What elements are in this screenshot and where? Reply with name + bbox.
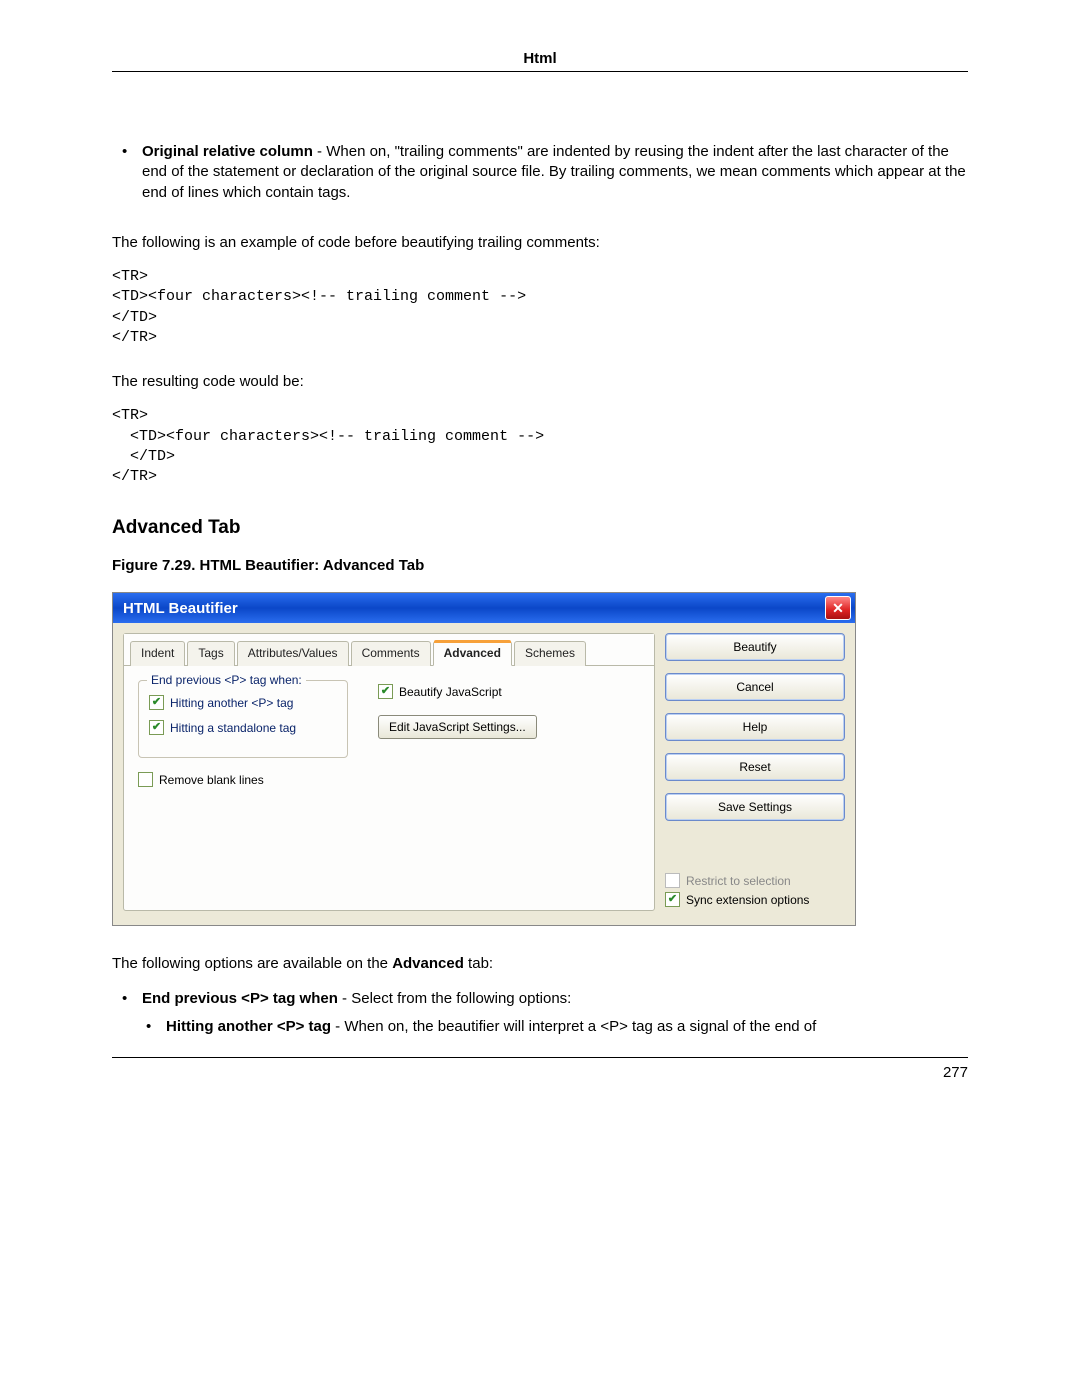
figure-caption: Figure 7.29. HTML Beautifier: Advanced T…: [112, 557, 968, 574]
checkbox-label: Sync extension options: [686, 893, 809, 907]
para-before-code2: The resulting code would be:: [112, 372, 968, 392]
checkbox-icon: [665, 892, 680, 907]
reset-button[interactable]: Reset: [665, 753, 845, 781]
para-before-code1: The following is an example of code befo…: [112, 233, 968, 253]
groupbox-legend: End previous <P> tag when:: [147, 673, 306, 687]
bullet-end-previous-p: • End previous <P> tag when - Select fro…: [112, 989, 968, 1009]
checkbox-icon: [149, 720, 164, 735]
code-block-2: <TR> <TD><four characters><!-- trailing …: [112, 406, 968, 487]
checkbox-hitting-another-p[interactable]: Hitting another <P> tag: [149, 695, 337, 710]
checkbox-remove-blank-lines[interactable]: Remove blank lines: [138, 772, 348, 787]
dialog-html-beautifier: HTML Beautifier ✕ Indent Tags Attributes…: [112, 592, 856, 926]
tab-attributes-values[interactable]: Attributes/Values: [237, 641, 349, 666]
tab-comments[interactable]: Comments: [351, 641, 431, 666]
checkbox-restrict-to-selection: Restrict to selection: [665, 873, 845, 888]
checkbox-label: Remove blank lines: [159, 773, 264, 787]
edit-javascript-settings-button[interactable]: Edit JavaScript Settings...: [378, 715, 537, 739]
bullet-text: - When on, the beautifier will interpret…: [331, 1018, 816, 1035]
close-icon[interactable]: ✕: [825, 596, 851, 620]
tab-strip: Indent Tags Attributes/Values Comments A…: [124, 634, 654, 666]
checkbox-beautify-javascript[interactable]: Beautify JavaScript: [378, 684, 640, 699]
tab-schemes[interactable]: Schemes: [514, 641, 586, 666]
checkbox-label: Restrict to selection: [686, 874, 791, 888]
checkbox-label: Beautify JavaScript: [399, 685, 502, 699]
tab-advanced[interactable]: Advanced: [433, 641, 512, 666]
page-header: Html: [112, 50, 968, 71]
checkbox-icon: [149, 695, 164, 710]
cancel-button[interactable]: Cancel: [665, 673, 845, 701]
dialog-titlebar[interactable]: HTML Beautifier ✕: [113, 593, 855, 623]
checkbox-icon: [665, 873, 680, 888]
checkbox-sync-extension-options[interactable]: Sync extension options: [665, 892, 845, 907]
section-heading-advanced-tab: Advanced Tab: [112, 517, 968, 539]
checkbox-hitting-standalone[interactable]: Hitting a standalone tag: [149, 720, 337, 735]
dialog-title: HTML Beautifier: [123, 600, 238, 617]
bullet-bold: End previous <P> tag when: [142, 990, 338, 1007]
bullet-hitting-another-p: • Hitting another <P> tag - When on, the…: [112, 1017, 968, 1037]
checkbox-icon: [378, 684, 393, 699]
checkbox-label: Hitting a standalone tag: [170, 721, 296, 735]
checkbox-label: Hitting another <P> tag: [170, 696, 293, 710]
checkbox-icon: [138, 772, 153, 787]
help-button[interactable]: Help: [665, 713, 845, 741]
beautify-button[interactable]: Beautify: [665, 633, 845, 661]
tab-tags[interactable]: Tags: [187, 641, 234, 666]
page-number: 277: [0, 1058, 1080, 1081]
para-after-figure: The following options are available on t…: [112, 954, 968, 974]
bullet-bold: Hitting another <P> tag: [166, 1018, 331, 1035]
bullet-bold: Original relative column: [142, 143, 313, 160]
tab-indent[interactable]: Indent: [130, 641, 185, 666]
code-block-1: <TR> <TD><four characters><!-- trailing …: [112, 267, 968, 348]
bullet-original-relative-column: • Original relative column - When on, "t…: [112, 142, 968, 203]
bullet-text: - Select from the following options:: [338, 990, 571, 1007]
groupbox-end-previous-p: End previous <P> tag when: Hitting anoth…: [138, 680, 348, 758]
save-settings-button[interactable]: Save Settings: [665, 793, 845, 821]
